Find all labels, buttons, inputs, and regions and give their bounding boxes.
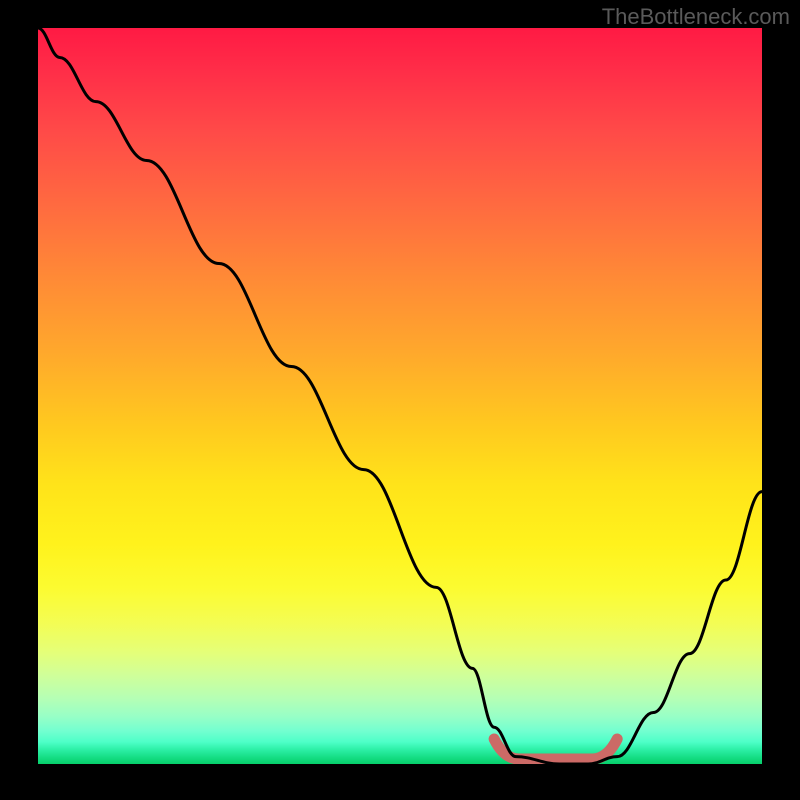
- attribution-text: TheBottleneck.com: [602, 4, 790, 30]
- bottleneck-curve: [38, 28, 762, 764]
- plot-area: [38, 28, 762, 764]
- chart-svg: [38, 28, 762, 764]
